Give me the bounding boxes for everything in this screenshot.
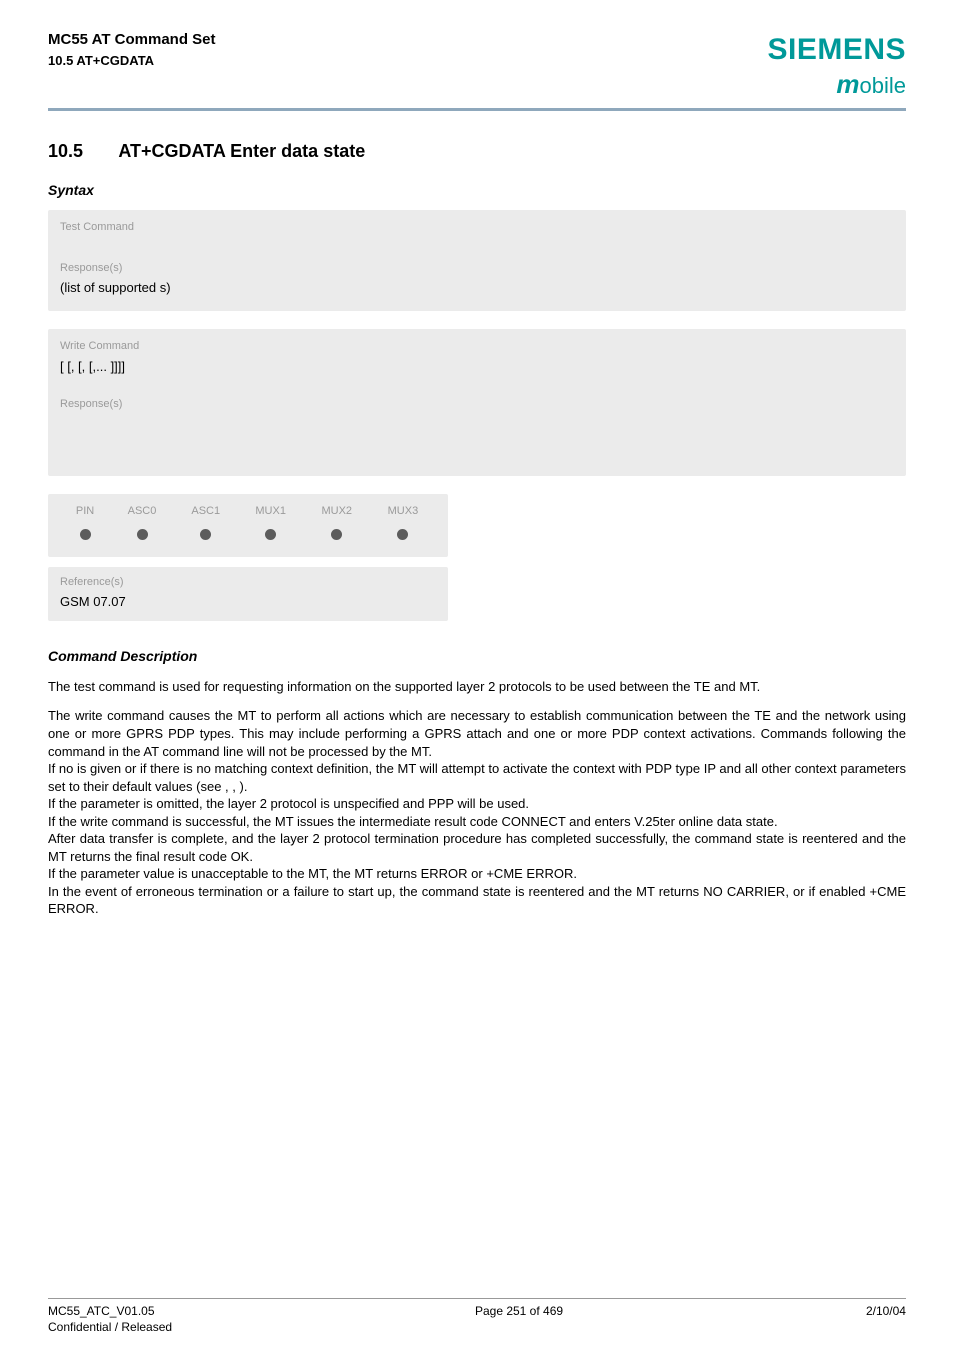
test-command-block: Test Command Response(s) (list of suppor… xyxy=(48,210,906,311)
brand-main: SIEMENS xyxy=(767,30,906,71)
references-block: Reference(s) GSM 07.07 xyxy=(48,567,448,621)
capability-matrix: PIN ASC0 ASC1 MUX1 MUX2 MUX3 xyxy=(48,494,448,556)
matrix-header-asc0: ASC0 xyxy=(110,502,174,525)
references-label: Reference(s) xyxy=(60,575,436,590)
brand-sub: mobile xyxy=(767,67,906,102)
dot-icon xyxy=(80,529,91,540)
paragraph-7: If the parameter value is unacceptable t… xyxy=(48,865,906,883)
matrix-header-row: PIN ASC0 ASC1 MUX1 MUX2 MUX3 xyxy=(60,502,436,525)
section-title-text: AT+CGDATA Enter data state xyxy=(118,141,365,161)
paragraph-2: The write command causes the MT to perfo… xyxy=(48,707,906,760)
paragraph-3: If no is given or if there is no matchin… xyxy=(48,760,906,795)
matrix-header-mux2: MUX2 xyxy=(304,502,370,525)
response-text-2 xyxy=(48,416,906,476)
doc-title: MC55 AT Command Set xyxy=(48,30,216,50)
write-command-label: Write Command xyxy=(48,329,906,358)
brand-block: SIEMENS mobile xyxy=(767,30,906,102)
matrix-header-pin: PIN xyxy=(60,502,110,525)
references-text: GSM 07.07 xyxy=(60,593,436,611)
brand-rest: obile xyxy=(860,73,906,98)
section-heading: 10.5 AT+CGDATA Enter data state xyxy=(48,139,906,163)
write-command-text: [ [, [, [,... ]]]] xyxy=(48,358,906,390)
paragraph-5: If the write command is successful, the … xyxy=(48,813,906,831)
footer-date: 2/10/04 xyxy=(866,1303,906,1335)
paragraph-8: In the event of erroneous termination or… xyxy=(48,883,906,918)
brand-m: m xyxy=(836,69,859,99)
command-description-label: Command Description xyxy=(48,647,906,666)
footer-confidential: Confidential / Released xyxy=(48,1319,172,1335)
footer-doc-id: MC55_ATC_V01.05 xyxy=(48,1303,172,1319)
dot-icon xyxy=(200,529,211,540)
test-command-label: Test Command xyxy=(48,210,906,253)
paragraph-4: If the parameter is omitted, the layer 2… xyxy=(48,795,906,813)
response-label-1: Response(s) xyxy=(48,253,906,280)
matrix-dot-row xyxy=(60,525,436,547)
footer-left: MC55_ATC_V01.05 Confidential / Released xyxy=(48,1303,172,1335)
matrix-header-asc1: ASC1 xyxy=(174,502,238,525)
doc-subtitle: 10.5 AT+CGDATA xyxy=(48,52,216,70)
section-number: 10.5 xyxy=(48,139,114,163)
page-header: MC55 AT Command Set 10.5 AT+CGDATA SIEME… xyxy=(48,30,906,111)
matrix-header-mux3: MUX3 xyxy=(370,502,436,525)
dot-icon xyxy=(265,529,276,540)
dot-icon xyxy=(397,529,408,540)
matrix-header-mux1: MUX1 xyxy=(238,502,304,525)
write-command-block: Write Command [ [, [, [,... ]]]] Respons… xyxy=(48,329,906,476)
dot-icon xyxy=(137,529,148,540)
paragraph-6: After data transfer is complete, and the… xyxy=(48,830,906,865)
response-text-1: (list of supported s) xyxy=(48,279,906,311)
syntax-label: Syntax xyxy=(48,181,906,200)
dot-icon xyxy=(331,529,342,540)
header-left: MC55 AT Command Set 10.5 AT+CGDATA xyxy=(48,30,216,70)
paragraph-1: The test command is used for requesting … xyxy=(48,678,906,696)
matrix-table: PIN ASC0 ASC1 MUX1 MUX2 MUX3 xyxy=(60,502,436,546)
footer-page: Page 251 of 469 xyxy=(475,1303,563,1335)
response-label-2: Response(s) xyxy=(48,389,906,416)
page-footer: MC55_ATC_V01.05 Confidential / Released … xyxy=(48,1298,906,1335)
